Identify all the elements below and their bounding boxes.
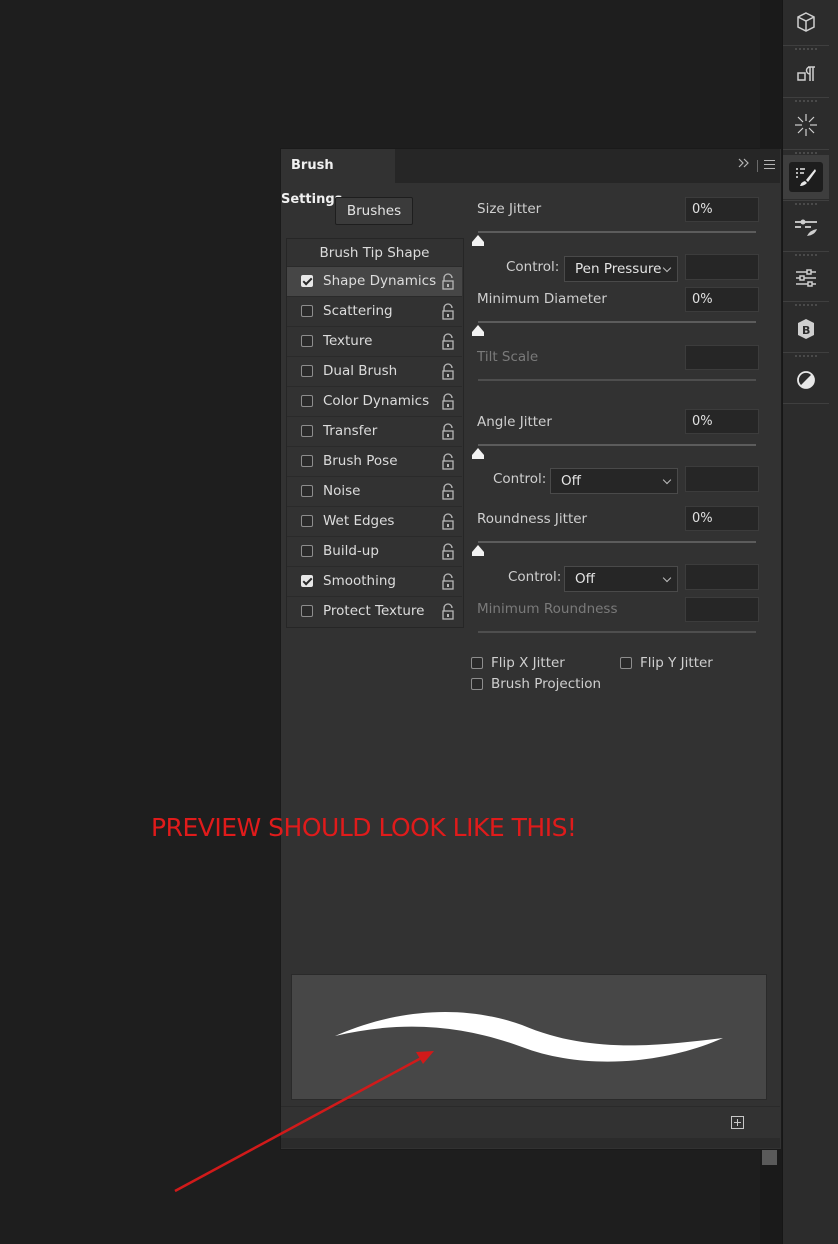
annotation-arrow bbox=[174, 1051, 434, 1193]
